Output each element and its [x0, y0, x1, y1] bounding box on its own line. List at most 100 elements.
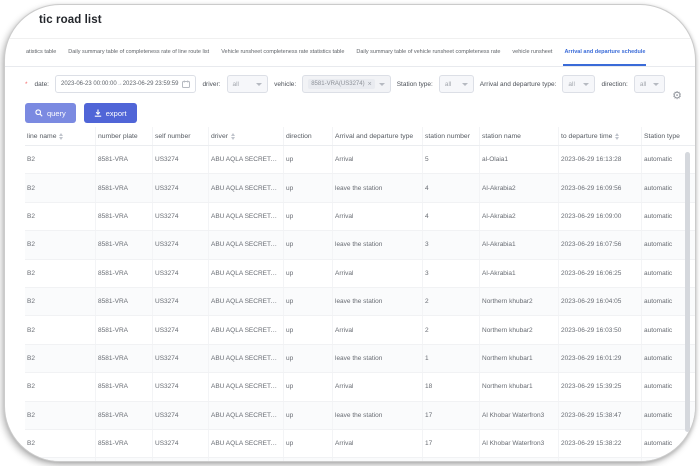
- query-button[interactable]: query: [25, 103, 76, 123]
- vehicle-label: vehicle:: [274, 80, 297, 88]
- table-row: B28581-VRAUS3274ABU AQLA SECRETAR...uple…: [25, 173, 695, 203]
- column-label: line name: [27, 132, 57, 140]
- date-range-input[interactable]: 2023-06-23 00:00:00 → 2023-06-29 23:59:5…: [55, 75, 197, 93]
- table-row: B28581-VRAUS3274ABU AQLA SECRETAR...uple…: [25, 401, 695, 430]
- cell-station-name: Northern khubar1: [479, 344, 559, 374]
- required-asterisk: *: [25, 80, 28, 88]
- arrival-departure-type-select[interactable]: all: [562, 75, 596, 93]
- cell-station-name: Northern khubar2: [479, 315, 559, 345]
- vehicle-select[interactable]: 8581-VRA(US3274) ×: [302, 75, 391, 93]
- direction-label: direction:: [601, 80, 628, 88]
- tab-daily-summary-table-of-completeness-rate[interactable]: Daily summary table of completeness rate…: [67, 39, 210, 66]
- cell-station-number: 5: [422, 145, 480, 175]
- cell-driver: ABU AQLA SECRETAR...: [208, 315, 284, 345]
- cell-number-plate: 8581-VRA: [95, 429, 153, 459]
- column-label: station number: [425, 132, 470, 140]
- calendar-icon: [182, 80, 191, 88]
- cell-station-name: Al Khobar Waterfron3: [479, 429, 559, 459]
- cell-station-name: Al Khobar Waterfron3: [479, 401, 559, 430]
- cell-self-number: US3274: [152, 145, 209, 175]
- cell-line-name: B2: [25, 401, 96, 430]
- cell-line-name: B2: [25, 457, 96, 461]
- cell-station-name: Al-Akrabia1: [479, 259, 559, 288]
- sort-icon[interactable]: [59, 132, 64, 140]
- export-button[interactable]: export: [83, 103, 137, 123]
- cell-self-number: US3274: [152, 457, 209, 461]
- table-row: B28581-VRAUS3274ABU AQLA SECRETAR...uple…: [25, 230, 695, 260]
- cell-station-number: 3: [422, 230, 480, 260]
- cell-station-number: 18: [422, 372, 480, 402]
- app-window: tic road list atistics table Daily summar…: [4, 4, 696, 462]
- table-row: B2 8581-VRA US3274 ABU AQLA SECRETAR... up Ar…: [25, 315, 695, 345]
- chevron-down-icon: [652, 82, 659, 86]
- cell-station-number: 16: [422, 457, 480, 461]
- cell-direction: up: [283, 457, 333, 461]
- cell-number-plate: 8581-VRA: [95, 145, 153, 175]
- tab-vehicle-runsheet-completeness-rate-stati[interactable]: Vehicle runsheet completeness rate stati…: [220, 39, 345, 66]
- cell-to-departure-time: 2023-06-29 16:09:56: [558, 173, 642, 203]
- table-row: B2 8581-VRA US3274 ABU AQLA SECRETAR... up Ar…: [25, 259, 695, 288]
- arrival-departure-type-value: all: [568, 80, 575, 88]
- cell-self-number: US3274: [152, 259, 209, 288]
- cell-direction: up: [283, 173, 333, 203]
- table-row: B2 8581-VRA US3274 ABU AQLA SECRETAR... up Ar…: [25, 202, 695, 232]
- cell-to-departure-time: 2023-06-29 15:39:25: [558, 372, 642, 402]
- cell-station-name: Northern khubar1: [479, 372, 559, 402]
- cell-direction: up: [283, 429, 333, 459]
- cell-arrival-and-departure-type: Arrival: [332, 372, 423, 402]
- settings-gear-icon[interactable]: ⚙: [672, 91, 682, 102]
- column-label: station name: [482, 132, 521, 140]
- vertical-scrollbar[interactable]: [685, 152, 690, 432]
- tab-vehicle-runsheet[interactable]: vehicle runsheet: [511, 39, 553, 66]
- column-header-line-name[interactable]: line name: [25, 127, 96, 146]
- table-row: B2 8581-VRA US3274 ABU AQLA SECRETAR... up Ar…: [25, 429, 695, 459]
- tab-atistics-table[interactable]: atistics table: [25, 39, 57, 66]
- cell-to-departure-time: 2023-06-29 16:03:50: [558, 315, 642, 345]
- cell-self-number: US3274: [152, 401, 209, 430]
- search-icon: [35, 109, 43, 117]
- cell-driver: ABU AQLA SECRETAR...: [208, 173, 284, 203]
- cell-direction: up: [283, 202, 333, 232]
- column-label: Station type: [644, 132, 680, 140]
- cell-self-number: US3274: [152, 287, 209, 317]
- cell-driver: ABU AQLA SECRETAR...: [208, 401, 284, 430]
- column-label: driver: [211, 132, 228, 140]
- cell-arrival-and-departure-type: Arrival: [332, 202, 423, 232]
- filter-bar: * date: 2023-06-23 00:00:00 → 2023-06-29 …: [25, 74, 665, 94]
- cell-station-number: 1: [422, 344, 480, 374]
- sort-icon[interactable]: [231, 132, 235, 140]
- cell-arrival-and-departure-type: leave the station: [332, 173, 423, 203]
- cell-to-departure-time: 2023-06-29 16:04:05: [558, 287, 642, 317]
- cell-direction: up: [283, 230, 333, 260]
- tab-arrival-and-departure-schedule[interactable]: Arrival and departure schedule: [563, 39, 647, 66]
- sort-icon[interactable]: [615, 132, 620, 140]
- station-type-select[interactable]: all: [438, 75, 474, 93]
- cell-direction: up: [283, 372, 333, 402]
- cell-driver: ABU AQLA SECRETAR...: [208, 457, 284, 461]
- column-header-to-departure-time[interactable]: to departure time: [558, 127, 642, 146]
- cell-direction: up: [283, 145, 333, 175]
- tab-bar: atistics table Daily summary table of com…: [5, 39, 695, 67]
- driver-value: all: [232, 80, 240, 88]
- cell-to-departure-time: 2023-06-29 16:07:56: [558, 230, 642, 260]
- cell-station-number: 2: [422, 287, 480, 317]
- column-header-station-name: station name: [479, 127, 559, 146]
- driver-select[interactable]: all: [226, 75, 269, 93]
- cell-self-number: US3274: [152, 202, 209, 232]
- close-icon[interactable]: ×: [368, 81, 372, 88]
- column-header-driver[interactable]: driver: [208, 127, 284, 146]
- cell-driver: ABU AQLA SECRETAR...: [208, 344, 284, 374]
- column-label: to departure time: [561, 132, 613, 140]
- direction-select[interactable]: all: [633, 75, 665, 93]
- cell-line-name: B2: [25, 372, 96, 402]
- cell-station-number: 3: [422, 259, 480, 288]
- cell-self-number: US3274: [152, 315, 209, 345]
- query-button-label: query: [47, 108, 66, 118]
- cell-station-name: al-Olaia1: [479, 145, 559, 175]
- export-button-label: export: [105, 108, 127, 118]
- tab-daily-summary-table-of-vehicle-runsheet-[interactable]: Daily summary table of vehicle runsheet …: [355, 39, 501, 66]
- column-label: Arrival and departure type: [335, 132, 414, 140]
- cell-number-plate: 8581-VRA: [95, 202, 153, 232]
- cell-driver: ABU AQLA SECRETAR...: [208, 230, 284, 260]
- cell-line-name: B2: [25, 173, 96, 203]
